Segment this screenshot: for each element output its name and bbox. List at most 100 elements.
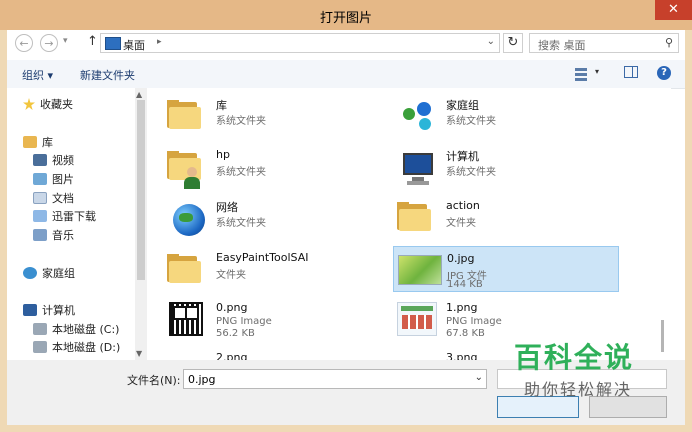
filename-field[interactable]: ⌄ xyxy=(183,369,487,389)
homegroup-icon xyxy=(397,96,437,136)
sidebar-item-music[interactable]: 音乐 xyxy=(33,227,74,243)
file-name: 计算机 xyxy=(446,150,479,163)
desktop-icon xyxy=(105,37,121,50)
file-name: action xyxy=(446,199,480,212)
file-size: 56.2 KB xyxy=(216,328,255,339)
sidebar-item-drive-d[interactable]: 本地磁盘 (D:) xyxy=(33,339,120,355)
sidebar-item-pictures[interactable]: 图片 xyxy=(33,171,74,187)
change-view-button[interactable]: ▾ xyxy=(573,66,603,82)
navigation-scrollbar[interactable]: ▲ ▼ xyxy=(135,88,147,360)
network-icon xyxy=(167,198,207,238)
file-item[interactable]: 网络 系统文件夹 xyxy=(163,194,389,240)
scroll-thumb[interactable] xyxy=(137,100,145,280)
sidebar-item-label: 计算机 xyxy=(42,304,75,317)
file-name: 库 xyxy=(216,99,227,112)
pictures-icon xyxy=(33,173,47,185)
sidebar-item-documents[interactable]: 文档 xyxy=(33,190,74,206)
file-name: 家庭组 xyxy=(446,99,479,112)
sidebar-item-label: 本地磁盘 (C:) xyxy=(52,323,120,336)
file-type: 系统文件夹 xyxy=(446,167,496,178)
breadcrumb-chevron-icon[interactable]: ▸ xyxy=(157,37,162,47)
recent-locations-chevron-icon[interactable]: ▾ xyxy=(63,36,68,46)
video-icon xyxy=(33,154,47,166)
search-input[interactable]: 搜索 桌面 ⚲ xyxy=(529,33,679,53)
file-item[interactable]: 2.png xyxy=(163,346,389,360)
view-icon xyxy=(575,68,587,71)
window-title: 打开图片 xyxy=(319,11,372,26)
sidebar-item-videos[interactable]: 视频 xyxy=(33,152,74,168)
folder-icon xyxy=(397,202,433,232)
file-type: PNG Image xyxy=(446,316,502,327)
watermark-subtitle: 助你轻松解决 xyxy=(524,380,633,399)
sidebar-item-label: 家庭组 xyxy=(42,267,75,280)
download-folder-icon xyxy=(33,210,47,222)
file-name: 网络 xyxy=(216,201,238,214)
drive-icon xyxy=(33,341,47,353)
scroll-down-icon[interactable]: ▼ xyxy=(136,349,142,358)
address-bar[interactable]: 桌面 ▸ ⌄ xyxy=(100,33,500,53)
refresh-button[interactable]: ↻ xyxy=(503,33,523,53)
title-bar: 打开图片 ✕ xyxy=(0,0,692,30)
file-list: 库 系统文件夹 家庭组 系统文件夹 hp 系统文件夹 计算机 系统文件夹 网络 … xyxy=(147,88,657,360)
file-list-scrollbar[interactable] xyxy=(657,88,671,360)
folder-icon xyxy=(167,254,203,284)
sidebar-item-drive-c[interactable]: 本地磁盘 (C:) xyxy=(33,321,119,337)
file-item[interactable]: 库 系统文件夹 xyxy=(163,92,389,138)
up-button[interactable]: ↑ xyxy=(87,34,98,49)
file-item[interactable]: 0.png PNG Image 56.2 KB xyxy=(163,296,389,342)
file-type: PNG Image xyxy=(216,316,272,327)
help-icon[interactable]: ? xyxy=(657,66,671,80)
address-row: ← → ▾ ↑ 桌面 ▸ ⌄ ↻ 搜索 桌面 ⚲ xyxy=(7,30,685,58)
forward-button[interactable]: → xyxy=(40,34,58,52)
watermark: 百科全说 助你轻松解决 xyxy=(502,336,666,410)
file-name: 0.jpg xyxy=(447,252,475,265)
file-name: 3.png xyxy=(446,351,478,360)
search-placeholder: 搜索 桌面 xyxy=(538,39,586,52)
filename-dropdown-icon[interactable]: ⌄ xyxy=(475,372,483,383)
sidebar-item-label: 本地磁盘 (D:) xyxy=(52,341,121,354)
file-item[interactable]: action 文件夹 xyxy=(393,194,619,240)
file-item[interactable]: 家庭组 系统文件夹 xyxy=(393,92,619,138)
file-name: 1.png xyxy=(446,301,478,314)
close-button[interactable]: ✕ xyxy=(655,0,692,20)
filename-input[interactable] xyxy=(184,370,472,388)
drive-icon xyxy=(33,323,47,335)
address-dropdown-icon[interactable]: ⌄ xyxy=(487,36,495,47)
sidebar-item-label: 视频 xyxy=(52,154,74,167)
navigation-pane: 收藏夹 库 视频 图片 文档 迅雷下载 音乐 家庭组 计算机 本地磁盘 (C:)… xyxy=(7,88,135,358)
file-item-selected[interactable]: 0.jpg JPG 文件 144 KB xyxy=(393,246,619,292)
star-icon xyxy=(23,98,35,110)
sidebar-item-label: 音乐 xyxy=(52,229,74,242)
back-button[interactable]: ← xyxy=(15,34,33,52)
file-size: 144 KB xyxy=(447,279,483,290)
jpg-thumbnail xyxy=(398,255,442,285)
music-icon xyxy=(33,229,47,241)
file-type: 系统文件夹 xyxy=(446,116,496,127)
sidebar-item-computer[interactable]: 计算机 xyxy=(23,302,75,318)
view-dropdown-icon[interactable]: ▾ xyxy=(595,67,599,76)
new-folder-button[interactable]: 新建文件夹 xyxy=(80,67,135,83)
sidebar-item-favorites[interactable]: 收藏夹 xyxy=(23,96,73,112)
documents-icon xyxy=(33,192,47,204)
file-item[interactable]: hp 系统文件夹 xyxy=(163,143,389,189)
scroll-up-icon[interactable]: ▲ xyxy=(136,90,142,99)
sidebar-item-thunder-downloads[interactable]: 迅雷下载 xyxy=(33,208,96,224)
file-name: EasyPaintToolSAI xyxy=(216,251,309,264)
organize-menu[interactable]: 组织 ▾ xyxy=(22,67,53,83)
file-type: 系统文件夹 xyxy=(216,116,266,127)
sidebar-item-library[interactable]: 库 xyxy=(23,134,53,150)
library-icon xyxy=(23,136,37,148)
file-item[interactable]: EasyPaintToolSAI 文件夹 xyxy=(163,246,389,292)
user-folder-icon xyxy=(167,151,203,189)
file-size: 67.8 KB xyxy=(446,328,485,339)
file-name: hp xyxy=(216,148,230,161)
address-text: 桌面 xyxy=(123,39,145,52)
computer-icon xyxy=(397,147,437,187)
file-name: 2.png xyxy=(216,351,248,360)
file-type: 文件夹 xyxy=(216,270,246,281)
sidebar-item-homegroup[interactable]: 家庭组 xyxy=(23,265,75,281)
filename-label: 文件名(N): xyxy=(127,374,181,387)
preview-pane-icon[interactable] xyxy=(624,66,638,78)
file-item[interactable]: 计算机 系统文件夹 xyxy=(393,143,619,189)
file-name: 0.png xyxy=(216,301,248,314)
